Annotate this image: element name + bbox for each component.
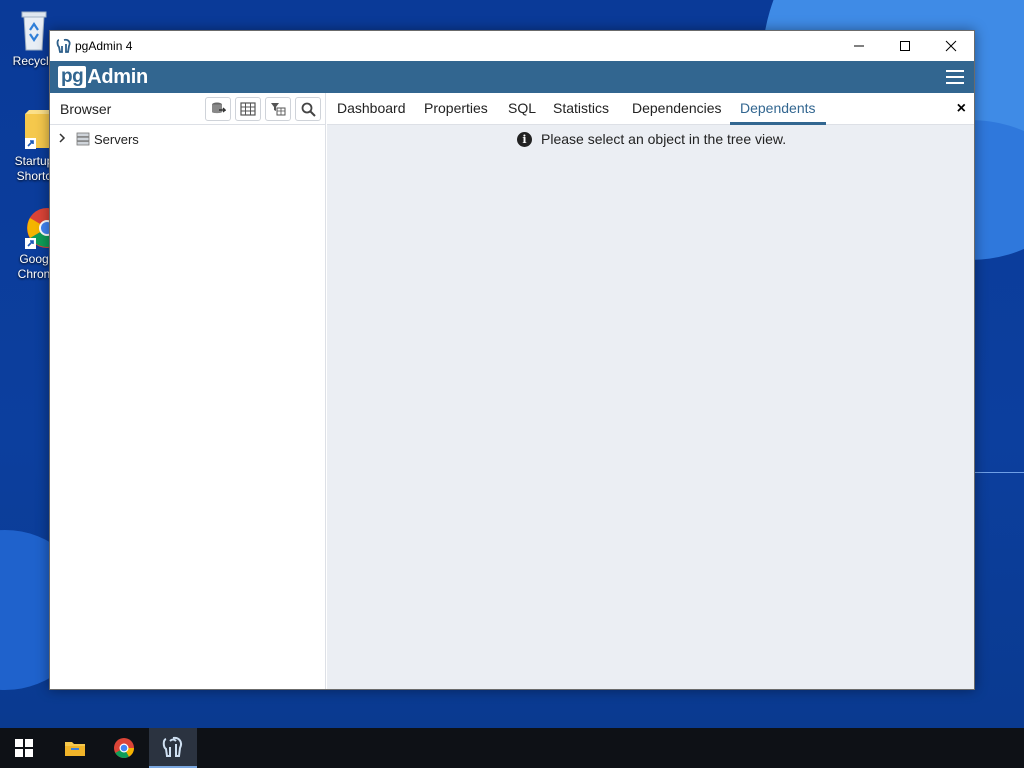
browser-panel: Browser Servers — [50, 93, 326, 689]
close-tab-icon[interactable]: × — [957, 101, 966, 117]
search-objects-icon — [301, 102, 316, 117]
view-data-icon — [240, 102, 256, 116]
maximize-icon — [900, 41, 910, 51]
tab-dashboard[interactable]: Dashboard — [327, 93, 416, 125]
pgadmin-logo[interactable]: pg Admin — [58, 66, 148, 88]
file-explorer-icon — [65, 742, 85, 756]
title-bar[interactable]: pgAdmin 4 — [50, 31, 974, 61]
logo-pg: pg — [58, 66, 87, 88]
pgadmin-icon — [162, 736, 183, 757]
close-button[interactable] — [928, 31, 974, 61]
taskbar — [0, 728, 1024, 768]
pgadmin-window: pgAdmin 4 pg Admin Browser Servers Dashb… — [49, 30, 975, 690]
browser-header: Browser — [50, 93, 325, 125]
servers-icon — [76, 132, 90, 146]
taskbar-chrome[interactable] — [100, 728, 148, 768]
query-tool-icon — [212, 102, 226, 114]
start-button[interactable] — [0, 728, 48, 768]
tree-item-label: Servers — [94, 131, 139, 147]
minimize-button[interactable] — [836, 31, 882, 61]
browser-title: Browser — [60, 101, 112, 117]
chevron-right-icon[interactable] — [58, 132, 68, 146]
query-tool-button[interactable] — [205, 97, 231, 121]
hamburger-menu-icon[interactable] — [946, 70, 964, 84]
maximize-button[interactable] — [882, 31, 928, 61]
windows-start-icon — [15, 739, 33, 757]
view-data-button[interactable] — [235, 97, 261, 121]
window-title: pgAdmin 4 — [75, 39, 133, 53]
tab-bar: Dashboard Properties SQL Statistics Depe… — [327, 93, 974, 125]
brand-bar: pg Admin — [50, 61, 974, 93]
tab-statistics[interactable]: Statistics — [543, 93, 619, 125]
logo-admin: Admin — [87, 65, 148, 88]
main-panel: Dashboard Properties SQL Statistics Depe… — [327, 93, 974, 689]
tree-item-servers[interactable]: Servers — [58, 129, 139, 149]
taskbar-file-explorer[interactable] — [51, 728, 99, 768]
tab-dependents[interactable]: Dependents — [730, 93, 826, 125]
taskbar-pgadmin[interactable] — [149, 728, 197, 768]
tab-properties[interactable]: Properties — [414, 93, 498, 125]
tab-dependencies[interactable]: Dependencies — [622, 93, 732, 125]
message-text: Please select an object in the tree view… — [541, 131, 787, 147]
tab-sql[interactable]: SQL — [498, 93, 546, 125]
filter-rows-icon — [271, 103, 286, 116]
info-icon: i — [517, 131, 532, 147]
minimize-icon — [854, 45, 864, 47]
wallpaper-line — [974, 472, 1024, 473]
search-objects-button[interactable] — [295, 97, 321, 121]
empty-state-message: i Please select an object in the tree vi… — [517, 131, 786, 147]
chrome-icon — [114, 738, 134, 758]
close-icon — [945, 40, 957, 52]
workspace: Browser Servers Dashboard Properties SQL… — [50, 93, 974, 689]
filter-rows-button[interactable] — [265, 97, 291, 121]
pgadmin-icon — [56, 38, 72, 54]
